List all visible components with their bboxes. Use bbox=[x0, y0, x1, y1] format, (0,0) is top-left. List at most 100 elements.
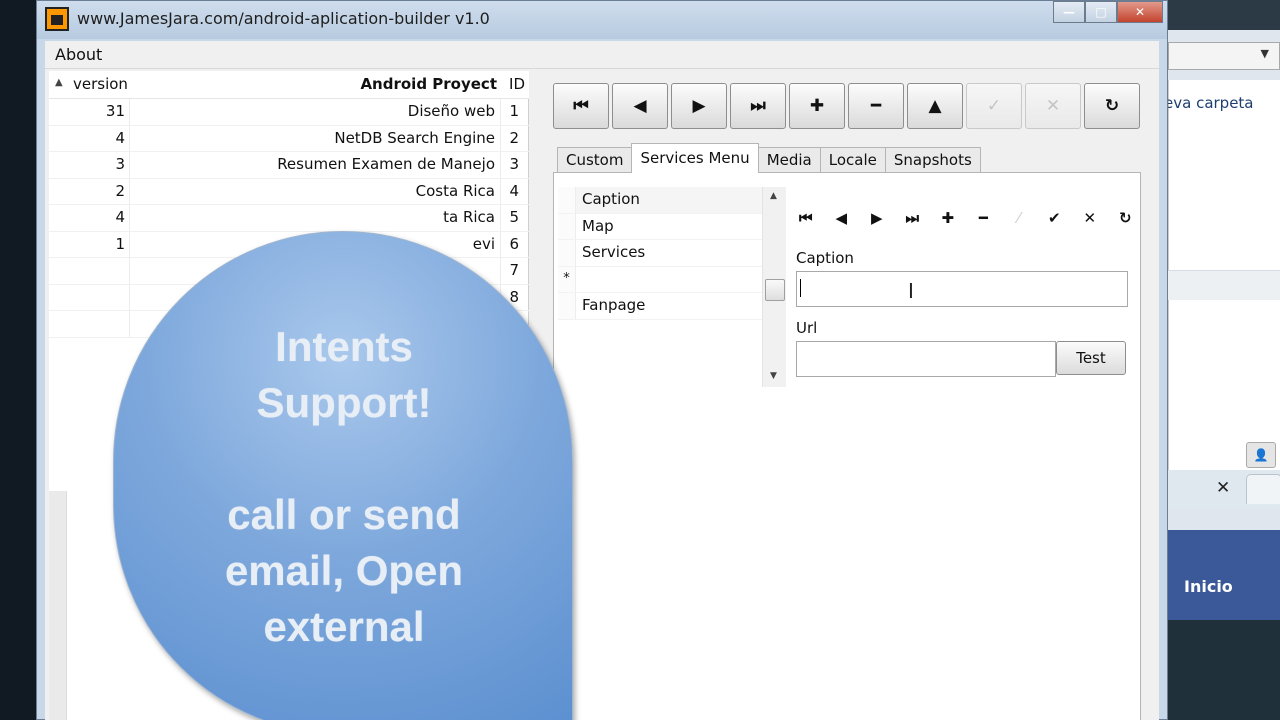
delete-icon[interactable]: ━ bbox=[966, 205, 1002, 231]
scroll-down-icon[interactable]: ▼ bbox=[770, 371, 777, 381]
next-icon[interactable]: ▶ bbox=[671, 83, 727, 129]
list-item[interactable]: Map bbox=[558, 213, 762, 240]
cell-version[interactable]: 1 bbox=[69, 235, 125, 253]
row-marker[interactable] bbox=[558, 187, 576, 213]
service-caption[interactable]: Services bbox=[582, 243, 645, 261]
cell-version[interactable]: 2 bbox=[69, 182, 125, 200]
scroll-thumb[interactable] bbox=[765, 279, 785, 301]
delete-icon[interactable]: ━ bbox=[848, 83, 904, 129]
list-item[interactable]: * bbox=[558, 266, 762, 293]
cell-id[interactable]: 4 bbox=[509, 182, 519, 200]
window-controls: — □ ✕ bbox=[1053, 1, 1163, 23]
bg-new-folder-text[interactable]: eva carpeta bbox=[1164, 94, 1254, 112]
cell-project[interactable]: evi bbox=[473, 235, 495, 253]
cell-project[interactable]: Costa Rica bbox=[416, 182, 495, 200]
user-icon[interactable]: 👤 bbox=[1246, 442, 1276, 468]
add-icon[interactable]: ✚ bbox=[930, 205, 966, 231]
row-marker[interactable] bbox=[558, 293, 576, 319]
tab-snapshots[interactable]: Snapshots bbox=[884, 147, 981, 173]
row-marker[interactable] bbox=[558, 213, 576, 239]
tab-services-menu[interactable]: Services Menu bbox=[631, 143, 759, 173]
cell-id[interactable]: 1 bbox=[509, 102, 519, 120]
test-button[interactable]: Test bbox=[1056, 341, 1126, 375]
cancel-icon[interactable]: ✕ bbox=[1072, 205, 1108, 231]
column-header-version[interactable]: version bbox=[73, 75, 128, 93]
tab-strip: Custom Services Menu Media Locale Snapshots bbox=[557, 143, 981, 173]
list-item[interactable]: Fanpage bbox=[558, 293, 762, 320]
cell-version[interactable]: 31 bbox=[69, 102, 125, 120]
cell-version[interactable]: 4 bbox=[69, 208, 125, 226]
row-marker[interactable] bbox=[558, 240, 576, 266]
scroll-up-icon[interactable]: ▲ bbox=[770, 191, 777, 201]
table-row[interactable]: 31 Diseño web 1 bbox=[49, 99, 529, 126]
cell-version[interactable]: 4 bbox=[69, 129, 125, 147]
url-input[interactable] bbox=[796, 341, 1056, 377]
cancel-icon[interactable]: ✕ bbox=[1025, 83, 1081, 129]
up-icon[interactable]: ▲ bbox=[907, 83, 963, 129]
next-icon[interactable]: ▶ bbox=[859, 205, 895, 231]
menu-bar: About bbox=[45, 41, 1159, 69]
table-row[interactable]: 4 ta Rica 5 bbox=[49, 205, 529, 232]
cell-divider bbox=[129, 231, 130, 257]
cell-project[interactable]: ta Rica bbox=[443, 208, 495, 226]
refresh-icon[interactable]: ↻ bbox=[1108, 205, 1144, 231]
first-icon[interactable]: ⏮ bbox=[788, 205, 824, 231]
column-header-project[interactable]: Android Proyect bbox=[360, 75, 497, 93]
app-icon bbox=[45, 7, 69, 31]
add-icon[interactable]: ✚ bbox=[789, 83, 845, 129]
list-item[interactable]: Caption bbox=[558, 187, 762, 214]
service-caption[interactable]: Caption bbox=[582, 190, 640, 208]
tab-locale[interactable]: Locale bbox=[819, 147, 886, 173]
service-caption[interactable]: Fanpage bbox=[582, 296, 645, 314]
bg-home-link[interactable]: Inicio bbox=[1184, 577, 1233, 596]
cell-id[interactable]: 2 bbox=[509, 129, 519, 147]
bg-new-tab[interactable] bbox=[1246, 474, 1280, 504]
sort-ascending-icon[interactable]: ▲ bbox=[55, 77, 63, 88]
title-bar[interactable]: www.JamesJara.com/android-aplication-bui… bbox=[37, 1, 1167, 39]
maximize-button[interactable]: □ bbox=[1085, 1, 1117, 23]
refresh-icon[interactable]: ↻ bbox=[1084, 83, 1140, 129]
cell-project[interactable]: NetDB Search Engine bbox=[334, 129, 495, 147]
edit-icon[interactable]: ⁄ bbox=[1001, 205, 1037, 231]
post-icon[interactable]: ✔ bbox=[1037, 205, 1073, 231]
chevron-down-icon[interactable]: ▼ bbox=[1261, 47, 1269, 60]
cell-id[interactable]: 6 bbox=[509, 235, 519, 253]
url-label: Url bbox=[796, 319, 818, 337]
cell-project[interactable]: Resumen Examen de Manejo bbox=[277, 155, 495, 173]
services-scrollbar[interactable]: ▲ ▼ bbox=[762, 187, 786, 387]
table-row[interactable]: 3 Resumen Examen de Manejo 3 bbox=[49, 152, 529, 179]
row-marker[interactable]: * bbox=[558, 266, 576, 292]
close-icon[interactable]: ✕ bbox=[1216, 478, 1230, 498]
grid-scrollbar[interactable] bbox=[49, 491, 67, 720]
callout-line-1: Intents bbox=[275, 323, 413, 370]
ibeam-cursor-icon: I bbox=[908, 279, 914, 303]
cell-id[interactable]: 7 bbox=[509, 261, 519, 279]
post-icon[interactable]: ✓ bbox=[966, 83, 1022, 129]
column-header-id[interactable]: ID bbox=[509, 75, 525, 93]
cell-id[interactable]: 5 bbox=[509, 208, 519, 226]
services-list[interactable]: Caption Map Services * Fanpage bbox=[558, 187, 762, 383]
tab-custom[interactable]: Custom bbox=[557, 147, 633, 173]
table-row[interactable]: 4 NetDB Search Engine 2 bbox=[49, 125, 529, 152]
desktop: ▼ eva carpeta 👤 ✕ Inicio www.JamesJara.c… bbox=[0, 0, 1280, 720]
cell-divider bbox=[500, 258, 501, 284]
close-button[interactable]: ✕ bbox=[1117, 1, 1163, 23]
caption-input[interactable] bbox=[796, 271, 1128, 307]
cell-project[interactable]: Diseño web bbox=[408, 102, 495, 120]
tab-media[interactable]: Media bbox=[757, 147, 821, 173]
minimize-button[interactable]: — bbox=[1053, 1, 1085, 23]
table-row[interactable]: 2 Costa Rica 4 bbox=[49, 178, 529, 205]
menu-about[interactable]: About bbox=[55, 45, 102, 64]
prev-icon[interactable]: ◀ bbox=[824, 205, 860, 231]
bg-address-bar[interactable]: ▼ bbox=[1168, 42, 1280, 70]
first-icon[interactable]: ⏮ bbox=[553, 83, 609, 129]
cell-divider bbox=[500, 99, 501, 125]
prev-icon[interactable]: ◀ bbox=[612, 83, 668, 129]
list-item[interactable]: Services bbox=[558, 240, 762, 267]
cell-id[interactable]: 3 bbox=[509, 155, 519, 173]
services-navigator: ⏮ ◀ ▶ ⏭ ✚ ━ ⁄ ✔ ✕ ↻ bbox=[788, 205, 1143, 231]
last-icon[interactable]: ⏭ bbox=[730, 83, 786, 129]
service-caption[interactable]: Map bbox=[582, 217, 614, 235]
last-icon[interactable]: ⏭ bbox=[895, 205, 931, 231]
cell-version[interactable]: 3 bbox=[69, 155, 125, 173]
